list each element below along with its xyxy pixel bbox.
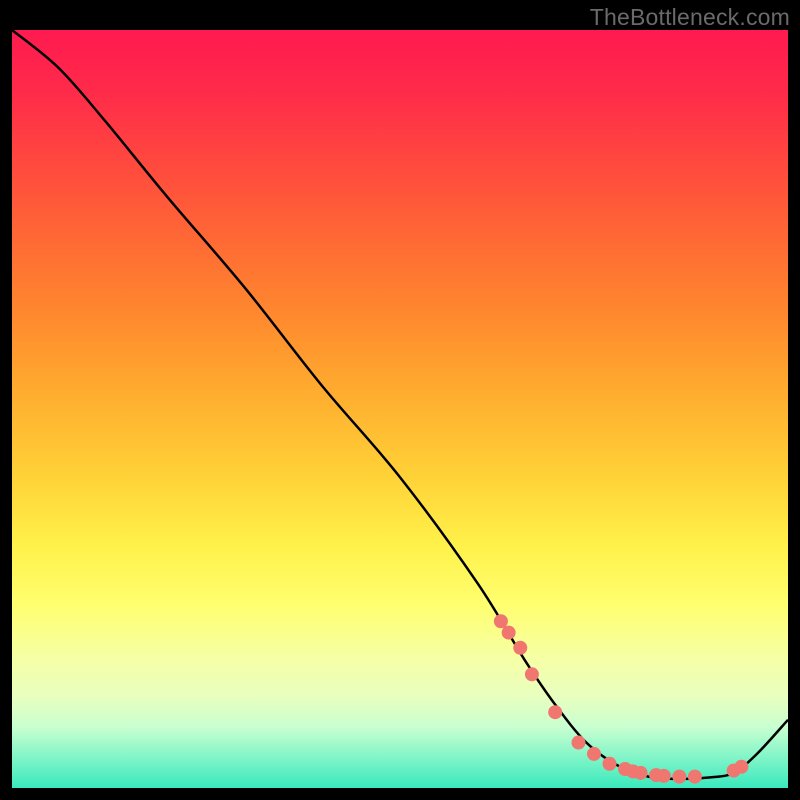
watermark-label: TheBottleneck.com [590,4,790,31]
curve-dot [587,747,601,761]
chart-container: TheBottleneck.com [0,0,800,800]
curve-dot [727,764,741,778]
curve-dot [494,614,508,628]
curve-dot [513,641,527,655]
curve-dot [603,757,617,771]
curve-dot [649,768,663,782]
curve-dot [618,762,632,776]
curve-dot [525,667,539,681]
curve-dot [548,705,562,719]
curve-dot [734,760,748,774]
chart-svg [12,30,788,788]
bottleneck-curve [12,30,788,779]
chart-plot-area [12,30,788,788]
curve-dot [688,770,702,784]
curve-dot [626,764,640,778]
curve-dot [502,626,516,640]
curve-dot [672,770,686,784]
curve-dots-group [494,614,749,783]
curve-dot [634,766,648,780]
curve-dot [571,736,585,750]
curve-dot [657,769,671,783]
